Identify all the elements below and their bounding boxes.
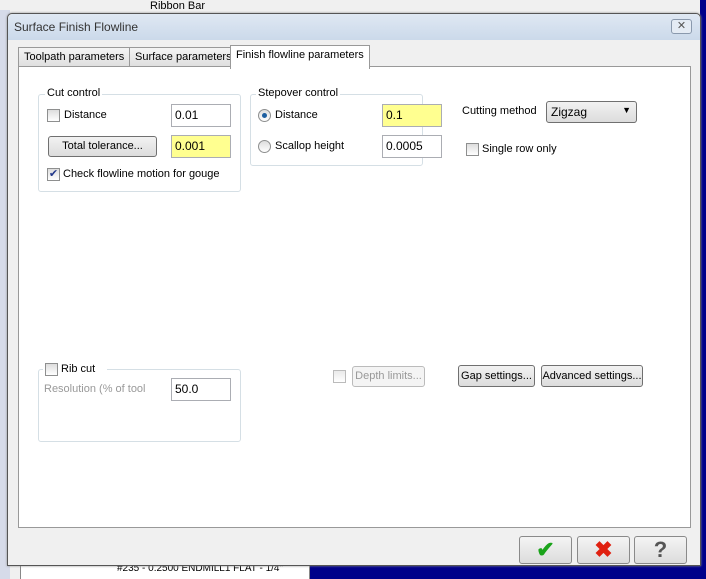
help-button[interactable]: ?	[634, 536, 687, 564]
distance-checkbox[interactable]	[47, 109, 60, 122]
stepover-distance-label: Distance	[275, 109, 318, 121]
x-icon: ✖	[594, 537, 613, 562]
total-tolerance-input[interactable]: 0.001	[171, 135, 231, 158]
rib-cut-label: Rib cut	[61, 363, 96, 375]
cutting-method-value: Zigzag	[551, 105, 588, 119]
depth-limits-button[interactable]: Depth limits...	[352, 366, 425, 387]
title-bar: Surface Finish Flowline ✕	[8, 14, 700, 40]
gap-settings-button[interactable]: Gap settings...	[458, 365, 535, 387]
surface-finish-flowline-dialog: Surface Finish Flowline ✕ Toolpath param…	[7, 13, 701, 566]
tab-finish-flowline-parameters[interactable]: Finish flowline parameters	[230, 45, 370, 69]
advanced-settings-button[interactable]: Advanced settings...	[541, 365, 643, 387]
cut-distance-input[interactable]: 0.01	[171, 104, 231, 127]
stepover-distance-input[interactable]: 0.1	[382, 104, 442, 127]
stepover-control-title: Stepover control	[256, 87, 341, 99]
total-tolerance-button[interactable]: Total tolerance...	[48, 136, 157, 157]
rib-cut-checkbox[interactable]	[45, 363, 58, 376]
scallop-height-label: Scallop height	[275, 140, 345, 152]
gouge-checkbox[interactable]: ✔	[47, 168, 60, 181]
depth-limits-checkbox[interactable]	[333, 370, 346, 383]
single-row-checkbox[interactable]	[466, 143, 479, 156]
gouge-label: Check flowline motion for gouge	[63, 168, 220, 180]
ok-button[interactable]: ✔	[519, 536, 572, 564]
dialog-title: Surface Finish Flowline	[14, 20, 139, 34]
ribbon-bar-label: Ribbon Bar	[150, 0, 206, 12]
chevron-down-icon: ▼	[622, 105, 631, 115]
close-icon[interactable]: ✕	[671, 19, 692, 34]
checkmark-icon: ✔	[536, 537, 555, 562]
resolution-label: Resolution (% of tool	[44, 383, 146, 395]
tab-surface-parameters[interactable]: Surface parameters	[129, 47, 238, 68]
cutting-method-label: Cutting method	[462, 105, 537, 117]
question-icon: ?	[653, 537, 668, 562]
scallop-height-radio[interactable]	[258, 140, 271, 153]
scallop-height-input[interactable]: 0.0005	[382, 135, 442, 158]
resolution-input[interactable]: 50.0	[171, 378, 231, 401]
tab-toolpath-parameters[interactable]: Toolpath parameters	[18, 47, 131, 68]
single-row-label: Single row only	[482, 143, 557, 155]
tab-panel: Cut control Distance 0.01 Total toleranc…	[18, 66, 691, 528]
stepover-distance-radio[interactable]	[258, 109, 271, 122]
distance-label: Distance	[64, 109, 107, 121]
cancel-button[interactable]: ✖	[577, 536, 630, 564]
cut-control-title: Cut control	[45, 87, 103, 99]
cutting-method-select[interactable]: Zigzag ▼	[546, 101, 637, 123]
